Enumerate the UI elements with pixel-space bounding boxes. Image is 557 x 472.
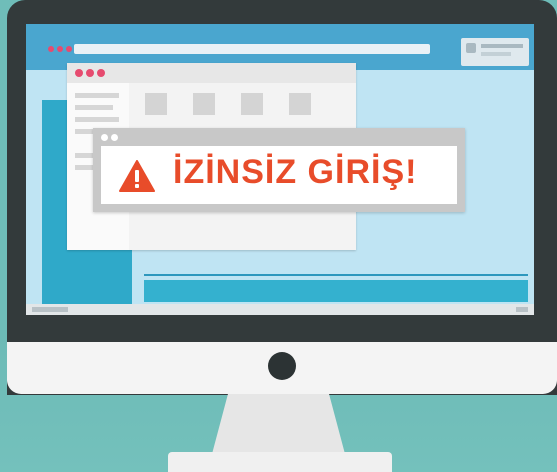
alert-body: İZİNSİZ GİRİŞ!	[101, 146, 457, 204]
placeholder-tile	[193, 93, 215, 115]
window-dot-icon	[97, 69, 105, 77]
placeholder-line	[75, 105, 113, 110]
screen-statusbar	[26, 304, 534, 315]
window-dot-icon	[101, 134, 108, 141]
background-window-controls	[75, 69, 105, 77]
browser-window-controls	[48, 46, 72, 52]
statusbar-block	[32, 307, 68, 312]
statusbar-block	[516, 307, 528, 312]
background-window-titlebar	[67, 63, 356, 83]
placeholder-line	[75, 117, 119, 122]
placeholder-tile	[289, 93, 311, 115]
profile-widget	[461, 38, 529, 66]
screen-footer-panel	[144, 280, 528, 302]
placeholder-line	[75, 93, 119, 98]
alert-window-controls	[101, 134, 118, 141]
warning-triangle-icon	[119, 160, 155, 192]
window-dot-icon	[86, 69, 94, 77]
address-bar	[74, 44, 430, 54]
window-dot-icon	[57, 46, 63, 52]
window-dot-icon	[75, 69, 83, 77]
avatar-icon	[466, 43, 476, 53]
intrusion-alert-dialog: İZİNSİZ GİRİŞ!	[93, 128, 465, 212]
window-dot-icon	[111, 134, 118, 141]
alert-title: İZİNSİZ GİRİŞ!	[173, 153, 418, 191]
window-dot-icon	[48, 46, 54, 52]
profile-line	[481, 44, 523, 48]
screen-divider	[144, 274, 528, 276]
placeholder-tile	[241, 93, 263, 115]
monitor-button	[268, 352, 296, 380]
placeholder-tile	[145, 93, 167, 115]
window-dot-icon	[66, 46, 72, 52]
profile-line	[481, 52, 511, 56]
monitor-stand-base	[168, 452, 392, 472]
monitor-stand-neck	[212, 394, 345, 454]
